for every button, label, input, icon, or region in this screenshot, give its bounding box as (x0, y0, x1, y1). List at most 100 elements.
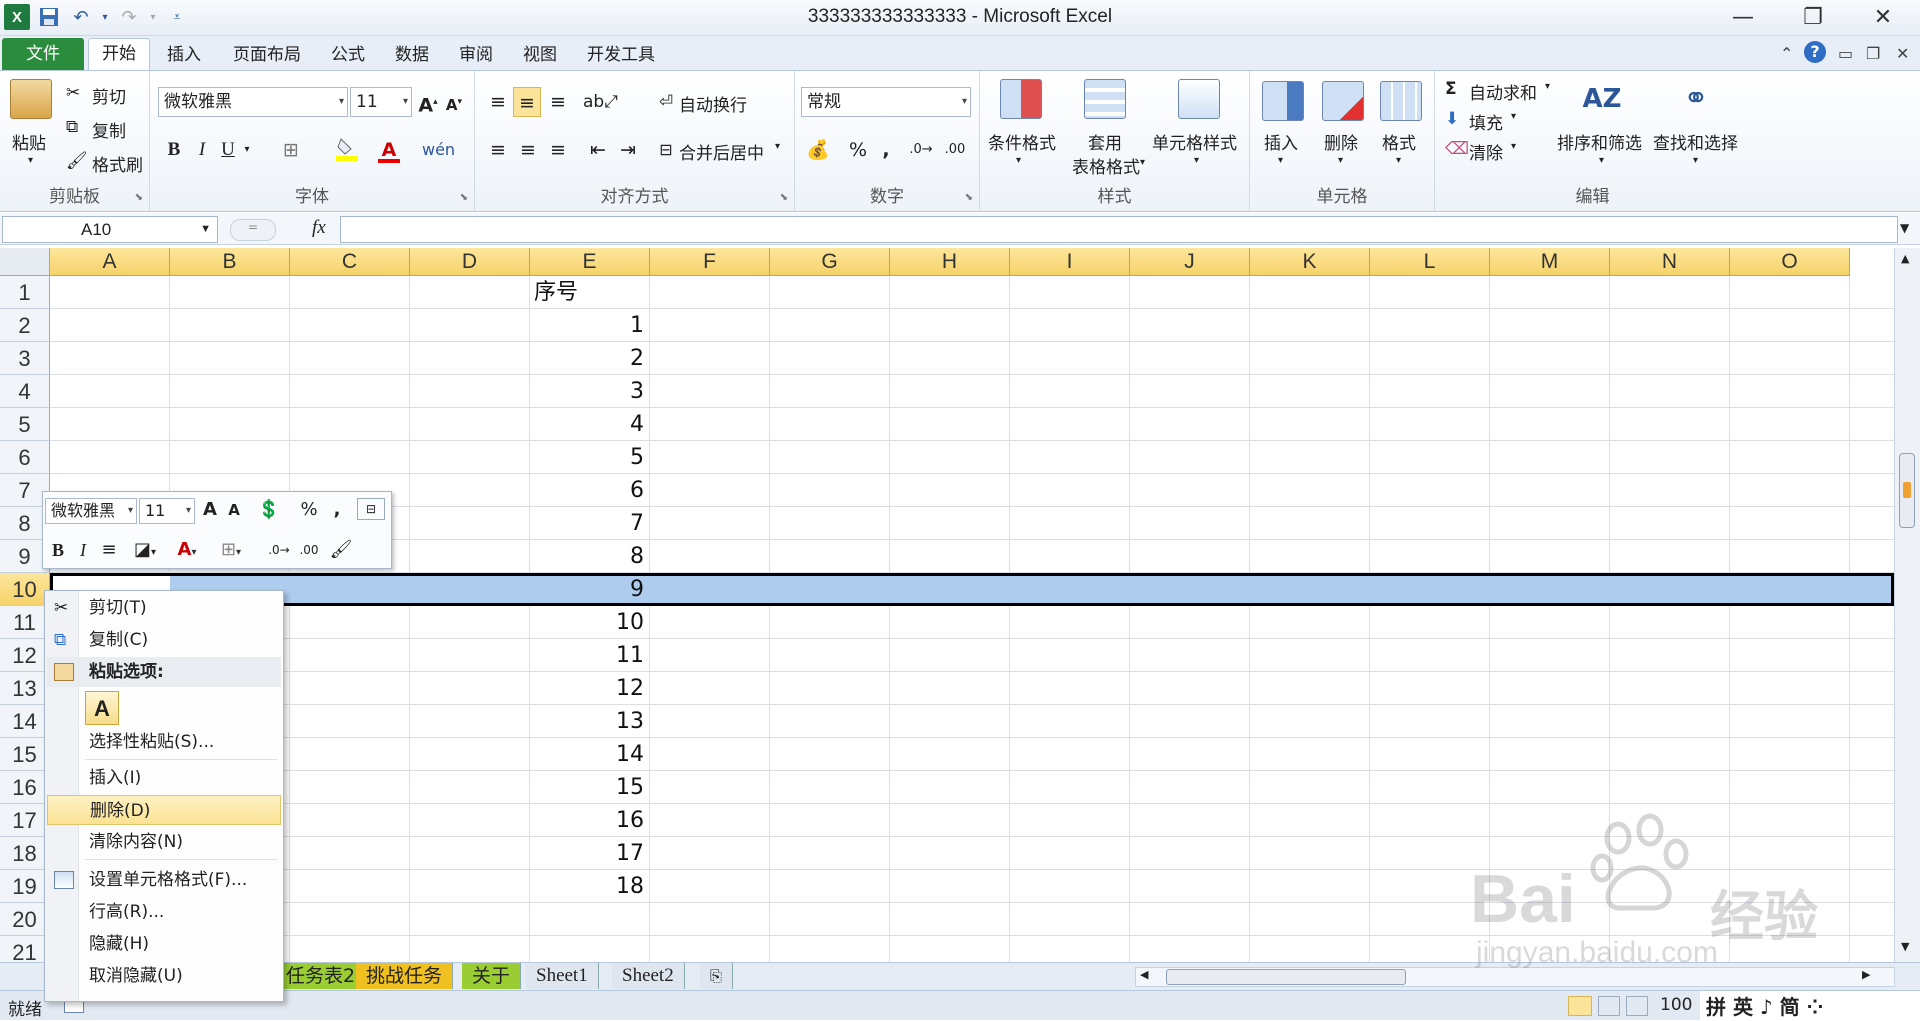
borders-icon[interactable]: ⊞ (278, 135, 304, 165)
delete-cells-button[interactable]: 删除 (1324, 129, 1358, 154)
column-header-a[interactable]: A (50, 248, 170, 276)
insert-cells-button[interactable]: 插入 (1264, 129, 1298, 154)
tab-home[interactable]: 开始 (88, 38, 150, 70)
horizontal-scroll-thumb[interactable] (1166, 969, 1406, 985)
sheet-tab[interactable]: 关于 (462, 963, 522, 989)
tab-formulas[interactable]: 公式 (322, 42, 374, 70)
font-name-combo[interactable]: 微软雅黑 ▾ (45, 498, 137, 524)
formula-bar-splitter[interactable]: = (230, 219, 276, 241)
format-painter-button[interactable]: 格式刷 (92, 151, 143, 176)
bold-button[interactable]: B (162, 135, 186, 165)
menu-item-insert[interactable]: 插入(I) (47, 763, 281, 793)
fill-down-icon[interactable]: ⬇ (1445, 109, 1459, 129)
menu-item-clear-contents[interactable]: 清除内容(N) (47, 827, 281, 857)
merge-center-icon[interactable]: ⊟ (655, 135, 677, 165)
ime-toolbar[interactable]: 拼 英 ♪ 简 ⁘ (1700, 991, 1920, 1021)
grow-font-icon[interactable]: A (199, 496, 221, 524)
tab-developer[interactable]: 开发工具 (578, 42, 664, 70)
sort-filter-button[interactable]: 排序和筛选 (1557, 129, 1642, 154)
sheet-tab[interactable]: 挑战任务 (356, 963, 454, 989)
delete-cells-icon[interactable] (1322, 81, 1364, 121)
chevron-down-icon[interactable]: ▾ (1194, 155, 1199, 166)
row-header-2[interactable]: 2 (0, 309, 50, 342)
fill-button[interactable]: 填充 (1469, 109, 1503, 134)
decrease-decimal-icon[interactable]: .00 (295, 536, 323, 564)
font-size-combo[interactable]: 11 ▾ (350, 87, 412, 117)
chevron-down-icon[interactable]: ▾ (403, 88, 408, 116)
copy-button[interactable]: 复制 (92, 117, 126, 142)
eraser-icon[interactable]: ⌫ (1445, 139, 1469, 159)
insert-function-button[interactable]: fx (312, 217, 326, 239)
font-size-combo[interactable]: 11 ▾ (139, 498, 195, 524)
scroll-thumb[interactable] (1899, 453, 1915, 528)
tab-review[interactable]: 审阅 (450, 42, 502, 70)
align-top-icon[interactable]: ≡ (485, 87, 511, 117)
currency-icon[interactable]: 💰 (803, 135, 833, 165)
menu-item-delete[interactable]: 删除(D) (47, 795, 281, 825)
page-break-view-icon[interactable] (1626, 996, 1648, 1016)
font-color-icon[interactable]: A (376, 135, 402, 165)
format-as-table-icon[interactable] (1084, 79, 1126, 119)
insert-sheet-icon[interactable]: ⎘ (700, 963, 734, 989)
column-header-k[interactable]: K (1250, 248, 1370, 276)
cell-styles-icon[interactable] (1178, 79, 1220, 119)
cell-e3[interactable]: 2 (530, 342, 644, 375)
dialog-launcher-icon[interactable]: ⬊ (965, 192, 973, 203)
increase-decimal-icon[interactable]: .0→ (265, 536, 293, 564)
sheet-tab[interactable]: Sheet1 (526, 963, 599, 989)
row-header-4[interactable]: 4 (0, 375, 50, 408)
binoculars-icon[interactable]: ⚭ (1675, 79, 1717, 119)
scroll-up-icon[interactable]: ▲ (1901, 252, 1909, 265)
minimize-icon[interactable]: ▭ (1838, 44, 1853, 63)
column-header-n[interactable]: N (1610, 248, 1730, 276)
cell-e13[interactable]: 12 (530, 672, 644, 705)
tab-data[interactable]: 数据 (386, 42, 438, 70)
wrap-text-button[interactable]: 自动换行 (679, 91, 747, 116)
dialog-launcher-icon[interactable]: ⬊ (780, 192, 788, 203)
comma-button[interactable]: , (327, 496, 347, 524)
formula-input[interactable] (340, 216, 1898, 243)
column-header-b[interactable]: B (170, 248, 290, 276)
tab-insert[interactable]: 插入 (158, 42, 210, 70)
sort-filter-icon[interactable]: AZ (1581, 79, 1623, 119)
italic-button[interactable]: I (73, 536, 93, 564)
help-icon[interactable]: ? (1804, 41, 1826, 63)
zoom-level[interactable]: 100 (1660, 995, 1692, 1015)
row-header-12[interactable]: 12 (0, 639, 50, 672)
cut-button[interactable]: 剪切 (92, 83, 126, 108)
row-header-20[interactable]: 20 (0, 903, 50, 936)
comma-button[interactable]: , (875, 135, 897, 165)
column-header-e[interactable]: E (530, 248, 650, 276)
font-name-combo[interactable]: 微软雅黑 ▾ (158, 87, 348, 117)
collapse-ribbon-icon[interactable]: ⌃ (1780, 44, 1793, 63)
column-header-f[interactable]: F (650, 248, 770, 276)
decrease-indent-icon[interactable]: ⇤ (585, 135, 611, 165)
row-header-18[interactable]: 18 (0, 837, 50, 870)
percent-button[interactable]: % (299, 496, 319, 524)
underline-button[interactable]: U (216, 135, 240, 165)
close-icon[interactable]: ✕ (1896, 44, 1909, 63)
dialog-launcher-icon[interactable]: ⬊ (135, 192, 143, 203)
find-select-button[interactable]: 查找和选择 (1653, 129, 1738, 154)
shrink-font-icon[interactable]: A (223, 496, 245, 524)
sigma-icon[interactable]: Σ (1445, 79, 1457, 99)
column-header-m[interactable]: M (1490, 248, 1610, 276)
paste-button[interactable]: 粘贴 (12, 129, 46, 154)
menu-item-cut[interactable]: ✂ 剪切(T) (47, 593, 281, 623)
restore-icon[interactable]: ❐ (1866, 44, 1880, 63)
cell-e19[interactable]: 18 (530, 870, 644, 903)
align-middle-icon[interactable]: ≡ (513, 87, 541, 117)
cell-e5[interactable]: 4 (530, 408, 644, 441)
merge-center-button[interactable]: 合并后居中 (679, 139, 764, 164)
cell-e4[interactable]: 3 (530, 375, 644, 408)
chevron-down-icon[interactable]: ▾ (962, 88, 967, 116)
conditional-format-icon[interactable] (1000, 79, 1042, 119)
minimize-icon[interactable]: — (1720, 4, 1766, 32)
format-cells-icon[interactable] (1380, 81, 1422, 121)
chevron-down-icon[interactable]: ▾ (128, 499, 133, 523)
menu-item-copy[interactable]: ⧉ 复制(C) (47, 625, 281, 655)
chevron-down-icon[interactable]: ▾ (1693, 155, 1698, 166)
chevron-down-icon[interactable]: ▾ (240, 135, 254, 165)
row-header-11[interactable]: 11 (0, 606, 50, 639)
align-bottom-icon[interactable]: ≡ (545, 87, 571, 117)
